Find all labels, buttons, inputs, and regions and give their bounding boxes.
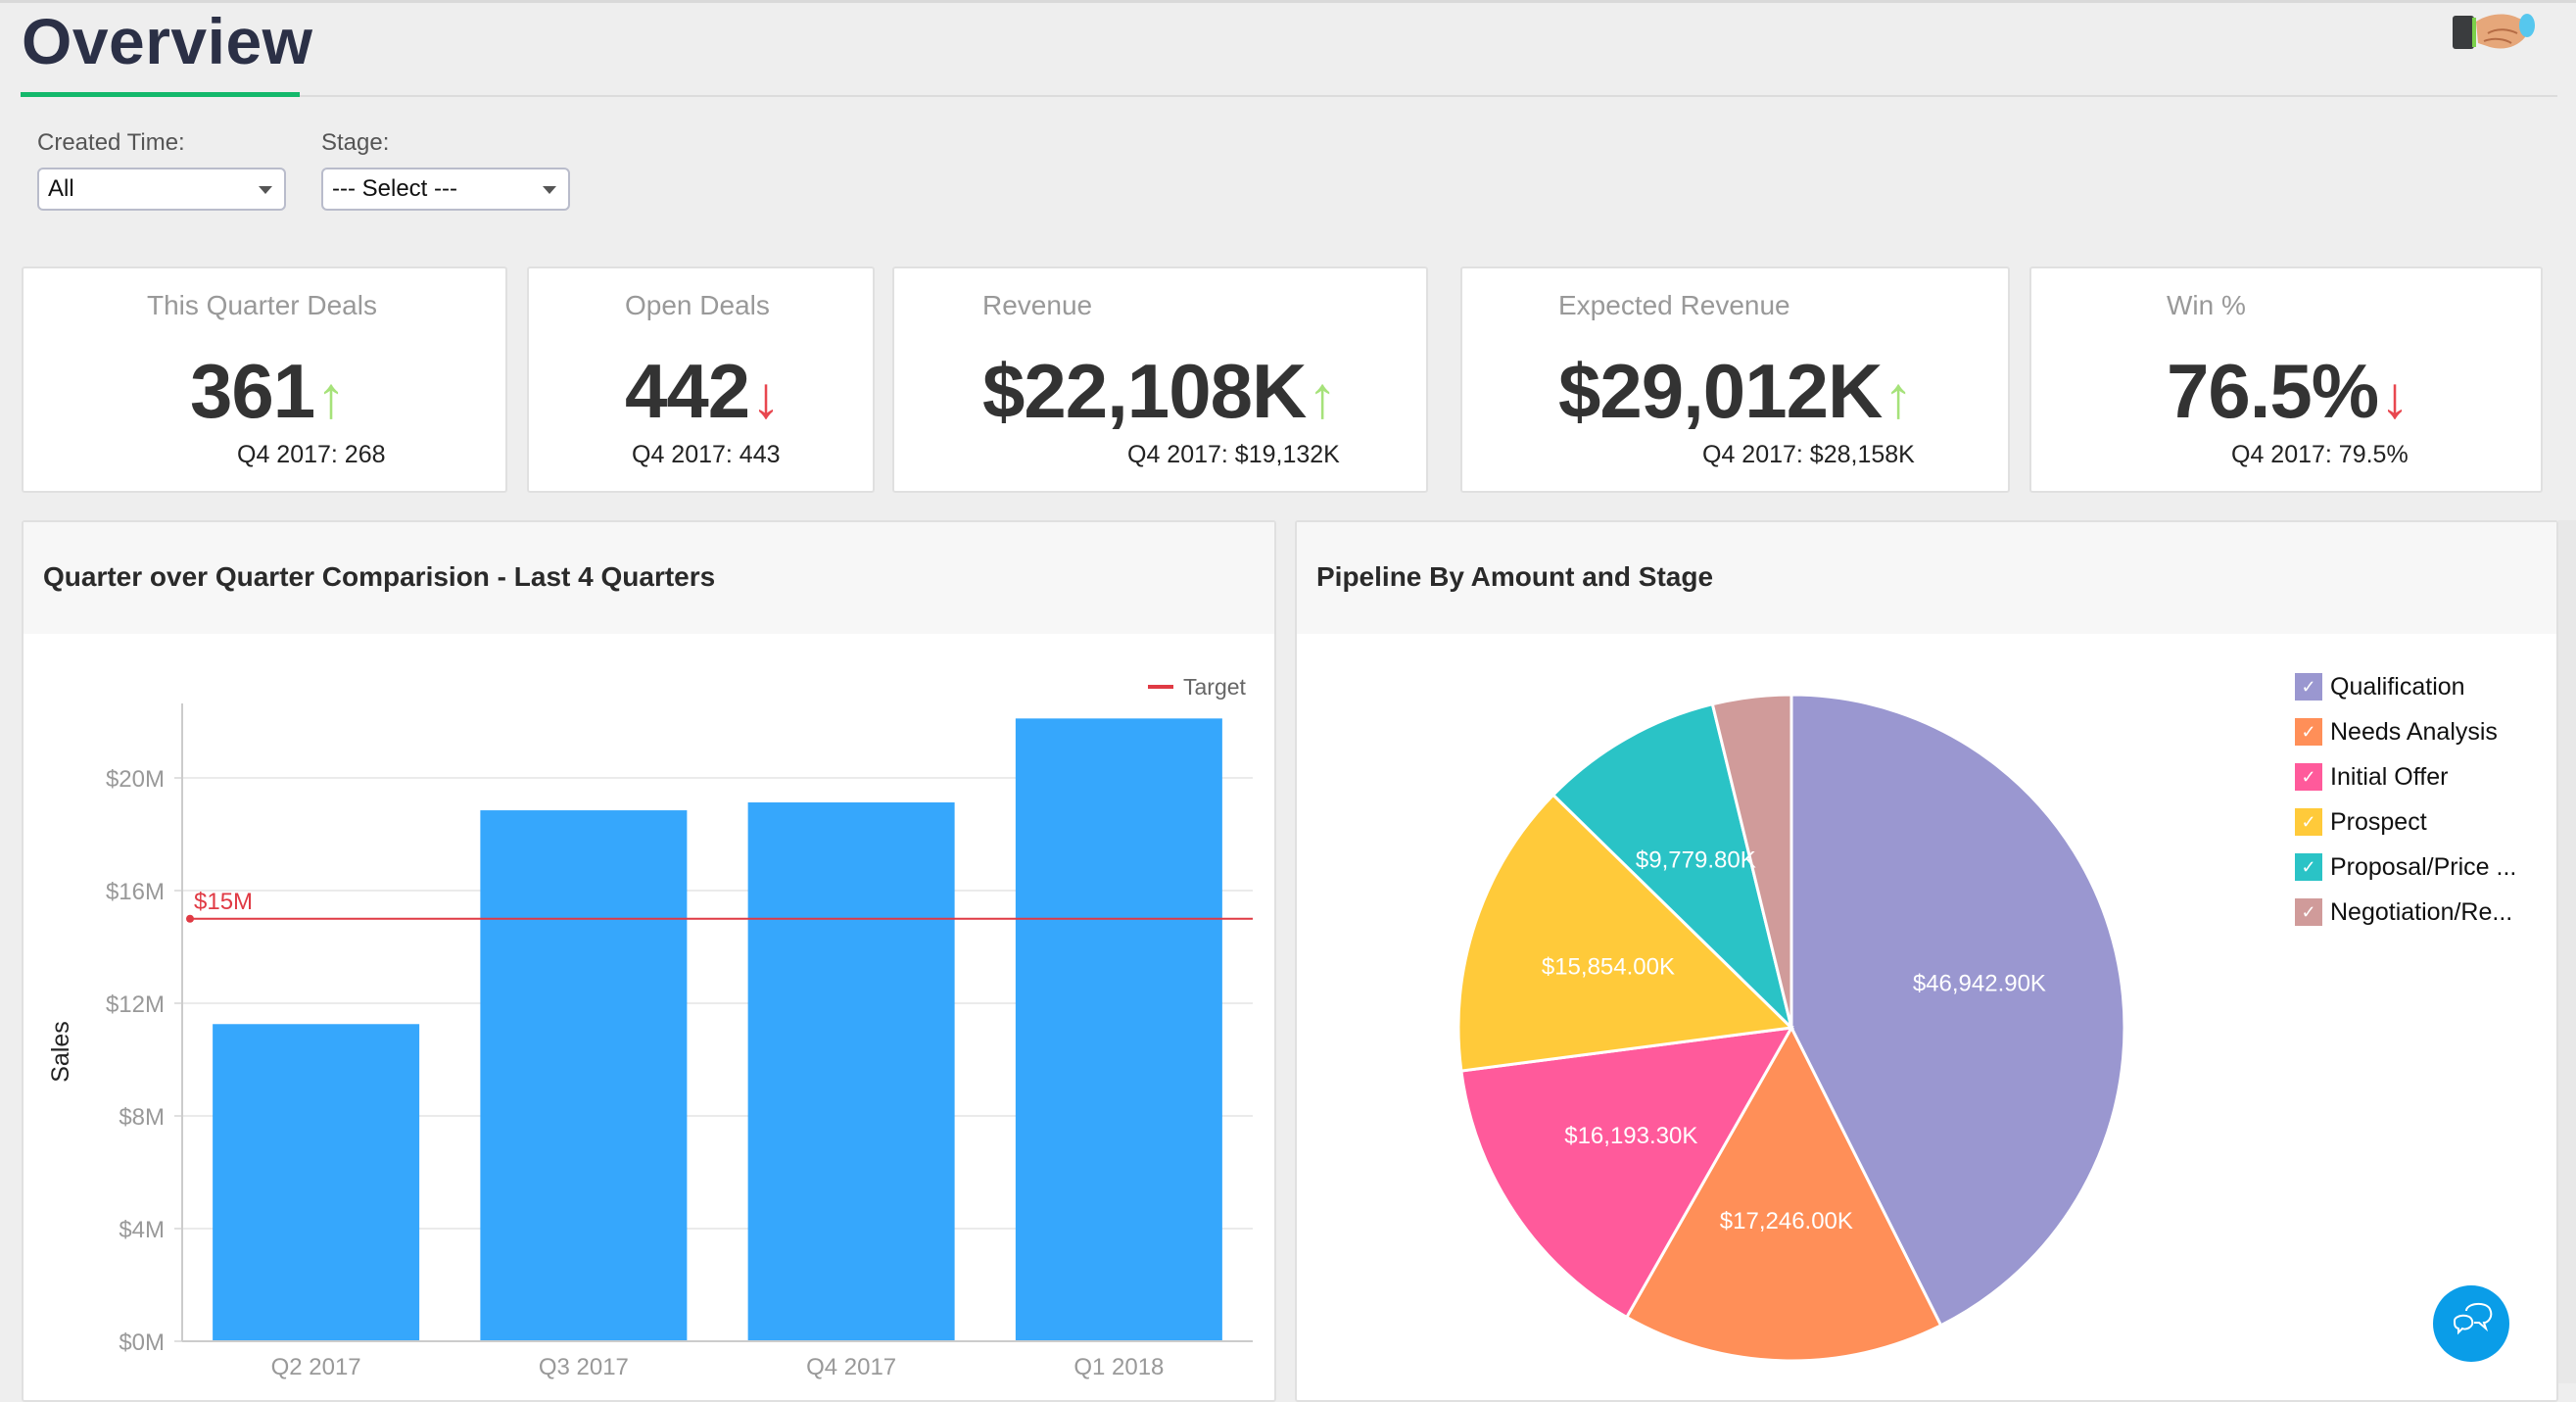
top-border [0,0,2576,3]
kpi-value-text: $29,012K [1558,348,1883,434]
y-tick-label: $0M [119,1329,165,1356]
checkbox-checked-icon[interactable]: ✓ [2295,853,2322,881]
stage-label: Stage: [321,129,390,156]
chat-button[interactable] [2433,1285,2509,1362]
kpi-value: $29,012K↑ [1558,347,1913,436]
x-tick-label: Q3 2017 [539,1354,629,1380]
kpi-value: 361↑ [190,347,346,436]
target-label: $15M [194,889,253,915]
kpi-value-text: $22,108K [982,348,1307,434]
checkbox-checked-icon[interactable]: ✓ [2295,763,2322,791]
y-tick-label: $12M [106,991,165,1018]
y-tick-label: $4M [119,1217,165,1243]
legend-item[interactable]: ✓ Qualification [2295,671,2465,702]
legend-item[interactable]: ✓ Proposal/Price ... [2295,851,2516,883]
bar-q1-2018 [1015,718,1222,1341]
page-title: Overview [22,5,313,77]
pie-chart: $46,942.90K $17,246.00K $16,193.30K $15,854… [1456,693,2126,1363]
kpi-title: Expected Revenue [1558,290,1790,320]
kpi-previous: Q4 2017: $19,132K [1127,441,1340,468]
bar-q4-2017 [747,802,955,1341]
kpi-card-open-deals: Open Deals 442↓ Q4 2017: 443 [527,266,875,493]
pie-value-label: $46,942.90K [1913,971,2046,997]
kpi-value: 76.5%↓ [2167,347,2409,436]
active-tab-underline [21,92,300,97]
y-axis-label: Sales [47,1021,74,1083]
kpi-value-text: 361 [190,348,315,434]
kpi-value: $22,108K↑ [982,347,1337,436]
y-tick-label: $8M [119,1104,165,1131]
checkbox-checked-icon[interactable]: ✓ [2295,898,2322,926]
handshake-icon [2449,8,2537,67]
kpi-title: Win % [2167,290,2246,320]
stage-value: --- Select --- [332,175,457,202]
bar-chart: $15M $0M $4M $8M $12M $16M $20M Sales Q2 2017 Q3… [47,674,1253,1380]
created-time-value: All [48,175,74,202]
arrow-down-icon: ↓ [2380,364,2409,430]
legend-target-label: Target [1183,674,1247,700]
y-tick-label: $16M [106,879,165,905]
legend-item[interactable]: ✓ Negotiation/Re... [2295,896,2512,928]
legend-label: Needs Analysis [2330,717,2498,746]
created-time-label: Created Time: [37,129,185,156]
checkbox-checked-icon[interactable]: ✓ [2295,808,2322,836]
kpi-value: 442↓ [625,347,781,436]
kpi-value-text: 442 [625,348,750,434]
x-tick-label: Q4 2017 [806,1354,896,1380]
kpi-card-expected-revenue: Expected Revenue $29,012K↑ Q4 2017: $28,… [1460,266,2010,493]
arrow-up-icon: ↑ [316,364,346,430]
title-divider [21,95,2557,97]
pipeline-panel: Pipeline By Amount and Stage $46,942.90K… [1295,520,2558,1402]
quarter-comparison-panel: Quarter over Quarter Comparision - Last … [22,520,1276,1402]
pie-value-label: $15,854.00K [1542,954,1675,981]
legend-item[interactable]: ✓ Initial Offer [2295,761,2448,793]
pie-value-label: $17,246.00K [1720,1208,1853,1234]
y-tick-label: $20M [106,766,165,793]
legend-label: Qualification [2330,672,2465,701]
legend-label: Proposal/Price ... [2330,852,2517,881]
kpi-previous: Q4 2017: 268 [237,441,386,468]
kpi-title: Open Deals [625,290,770,320]
x-tick-label: Q2 2017 [271,1354,361,1380]
kpi-previous: Q4 2017: 79.5% [2231,441,2409,468]
legend-item[interactable]: ✓ Prospect [2295,806,2427,838]
stage-select[interactable]: --- Select --- [321,168,570,211]
x-tick-label: Q1 2018 [1073,1354,1164,1380]
arrow-up-icon: ↑ [1884,364,1913,430]
checkbox-checked-icon[interactable]: ✓ [2295,718,2322,746]
bar-q3-2017 [480,810,688,1341]
legend-item[interactable]: ✓ Needs Analysis [2295,716,2498,748]
legend-label: Initial Offer [2330,762,2449,791]
kpi-previous: Q4 2017: 443 [632,441,781,468]
target-marker [186,914,194,923]
chevron-down-icon [543,186,556,194]
arrow-down-icon: ↓ [751,364,781,430]
created-time-select[interactable]: All [37,168,286,211]
kpi-card-win-percent: Win % 76.5%↓ Q4 2017: 79.5% [2029,266,2543,493]
checkbox-checked-icon[interactable]: ✓ [2295,673,2322,701]
kpi-previous: Q4 2017: $28,158K [1702,441,1915,468]
arrow-up-icon: ↑ [1308,364,1337,430]
kpi-value-text: 76.5% [2167,348,2379,434]
kpi-title: This Quarter Deals [147,290,377,320]
chat-bubbles-icon [2453,1303,2493,1335]
kpi-card-revenue: Revenue $22,108K↑ Q4 2017: $19,132K [892,266,1428,493]
legend-label: Negotiation/Re... [2330,897,2513,926]
right-gutter [2558,520,2576,1383]
pie-value-label: $16,193.30K [1564,1123,1697,1149]
chevron-down-icon [259,186,272,194]
pie-value-label: $9,779.80K [1636,847,1756,874]
kpi-card-this-quarter-deals: This Quarter Deals 361↑ Q4 2017: 268 [22,266,507,493]
kpi-title: Revenue [982,290,1093,320]
legend-label: Prospect [2330,807,2427,836]
bar-q2-2017 [213,1024,420,1341]
